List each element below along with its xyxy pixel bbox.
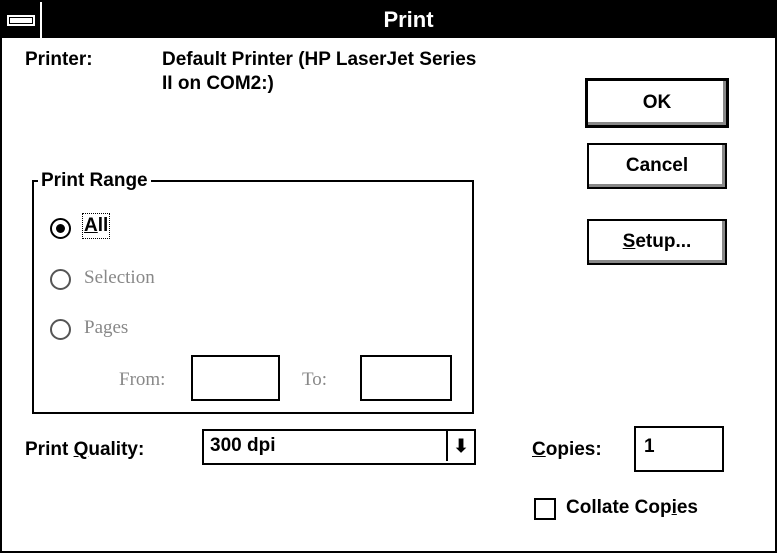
collate-checkbox[interactable] — [534, 498, 556, 520]
from-input[interactable] — [191, 355, 280, 401]
system-menu-button[interactable] — [2, 2, 42, 38]
radio-pages-label[interactable]: Pages — [84, 317, 128, 339]
print-quality-value: 300 dpi — [210, 435, 276, 456]
cancel-button-label: Cancel — [625, 155, 689, 176]
setup-button[interactable]: Setup... — [587, 219, 727, 265]
ok-button[interactable]: OK — [585, 78, 729, 128]
radio-selection[interactable] — [50, 269, 71, 290]
printer-name-line1: Default Printer (HP LaserJet Series — [162, 49, 477, 70]
to-label: To: — [302, 369, 328, 390]
dropdown-arrow-icon[interactable]: ⬇ — [446, 431, 474, 461]
copies-input[interactable]: 1 — [634, 426, 724, 472]
system-menu-icon — [9, 17, 33, 24]
setup-button-label: Setup... — [622, 231, 692, 252]
radio-all[interactable] — [50, 218, 71, 239]
copies-label: Copies: — [532, 439, 602, 460]
printer-name-line2: II on COM2:) — [162, 73, 274, 94]
dialog-title: Print — [383, 7, 434, 32]
to-input[interactable] — [360, 355, 452, 401]
collate-label[interactable]: Collate Copies — [566, 497, 698, 519]
ok-button-label: OK — [642, 92, 672, 113]
radio-all-label[interactable]: All — [81, 213, 111, 239]
printer-label: Printer: — [25, 49, 93, 70]
copies-value: 1 — [644, 436, 655, 457]
cancel-button[interactable]: Cancel — [587, 143, 727, 189]
radio-selection-label[interactable]: Selection — [84, 267, 155, 289]
print-range-label: Print Range — [38, 170, 151, 192]
print-quality-dropdown[interactable]: 300 dpi ⬇ — [202, 429, 476, 465]
from-label: From: — [119, 369, 166, 390]
title-bar: Print — [2, 2, 775, 38]
radio-pages[interactable] — [50, 319, 71, 340]
print-dialog: Print Printer: Default Printer (HP Laser… — [0, 0, 777, 553]
print-quality-label: Print Quality: — [25, 439, 145, 460]
